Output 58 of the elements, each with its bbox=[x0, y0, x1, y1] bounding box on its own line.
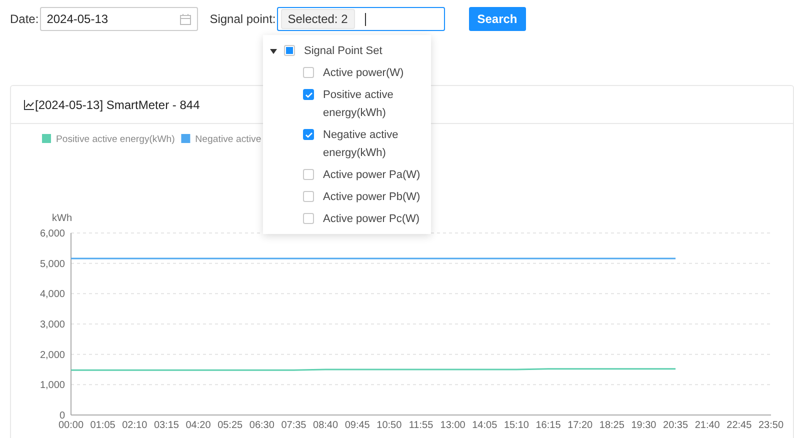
tree-item-label[interactable]: Active power Pc(W) bbox=[323, 210, 423, 228]
line-chart-icon bbox=[24, 100, 34, 110]
x-tick-label: 10:50 bbox=[376, 420, 402, 431]
x-tick-label: 11:55 bbox=[408, 420, 434, 431]
y-tick-label: 4,000 bbox=[40, 289, 65, 300]
tree-item-label[interactable]: Signal Point Set bbox=[304, 42, 404, 60]
x-tick-label: 16:15 bbox=[536, 420, 561, 431]
tree-item-label[interactable]: Active power(W) bbox=[323, 64, 423, 82]
x-tick-label: 06:30 bbox=[249, 420, 274, 431]
text-cursor bbox=[364, 12, 366, 26]
x-tick-label: 23:50 bbox=[758, 420, 784, 431]
checkbox[interactable] bbox=[303, 89, 314, 100]
x-tick-label: 08:40 bbox=[313, 420, 338, 431]
expand-arrow-icon[interactable] bbox=[270, 48, 276, 54]
y-tick-label: 2,000 bbox=[40, 350, 65, 361]
signal-point-label: Signal point: bbox=[210, 12, 276, 26]
legend-label: Negative active bbox=[195, 134, 262, 145]
date-label: Date: bbox=[10, 12, 39, 26]
checkbox[interactable] bbox=[303, 213, 314, 224]
x-tick-label: 00:00 bbox=[58, 420, 84, 431]
x-tick-label: 20:35 bbox=[663, 420, 688, 431]
x-tick-label: 09:45 bbox=[344, 420, 370, 431]
x-tick-label: 01:05 bbox=[90, 420, 116, 431]
chart-title: [2024-05-13] SmartMeter - 844 bbox=[35, 98, 200, 112]
x-tick-label: 18:25 bbox=[599, 420, 624, 431]
tree-item-label[interactable]: Active power Pb(W) bbox=[323, 188, 423, 206]
x-tick-label: 05:25 bbox=[218, 420, 243, 431]
checkbox[interactable] bbox=[303, 129, 314, 140]
x-tick-label: 07:35 bbox=[281, 420, 306, 431]
y-tick-label: 0 bbox=[59, 410, 65, 422]
x-tick-label: 17:20 bbox=[568, 420, 593, 431]
checkbox[interactable] bbox=[303, 67, 314, 78]
legend-item[interactable]: Positive active energy(kWh) bbox=[42, 134, 174, 145]
y-tick-label: 5,000 bbox=[40, 258, 65, 270]
x-tick-label: 22:45 bbox=[726, 420, 752, 431]
x-tick-label: 21:40 bbox=[694, 420, 720, 431]
x-tick-label: 02:10 bbox=[122, 420, 148, 431]
x-tick-label: 04:20 bbox=[186, 420, 211, 431]
signal-point-select[interactable]: Selected: 2 bbox=[276, 7, 445, 31]
legend-item[interactable]: Negative active bbox=[181, 134, 260, 145]
checkbox[interactable] bbox=[284, 45, 295, 56]
x-tick-label: 19:30 bbox=[631, 420, 656, 431]
checkbox[interactable] bbox=[303, 191, 314, 202]
selected-tag: Selected: 2 bbox=[280, 9, 355, 29]
x-tick-label: 14:05 bbox=[472, 420, 498, 431]
tree-item-label[interactable]: Negative active energy(kWh) bbox=[323, 126, 423, 162]
y-tick-label: 1,000 bbox=[40, 380, 65, 392]
x-tick-label: 13:00 bbox=[440, 420, 466, 431]
y-tick-label: 6,000 bbox=[40, 228, 65, 240]
checkbox[interactable] bbox=[303, 169, 314, 180]
tree-item-label[interactable]: Active power Pa(W) bbox=[323, 166, 423, 184]
y-tick-label: 3,000 bbox=[40, 320, 65, 330]
tree-item-label[interactable]: Positive active energy(kWh) bbox=[323, 86, 423, 122]
date-field[interactable]: 2024-05-13 bbox=[40, 7, 198, 31]
calendar-icon bbox=[180, 14, 191, 24]
axis-unit-label: kWh bbox=[52, 213, 72, 224]
x-tick-label: 15:10 bbox=[504, 420, 529, 431]
x-tick-label: 03:15 bbox=[154, 420, 179, 431]
